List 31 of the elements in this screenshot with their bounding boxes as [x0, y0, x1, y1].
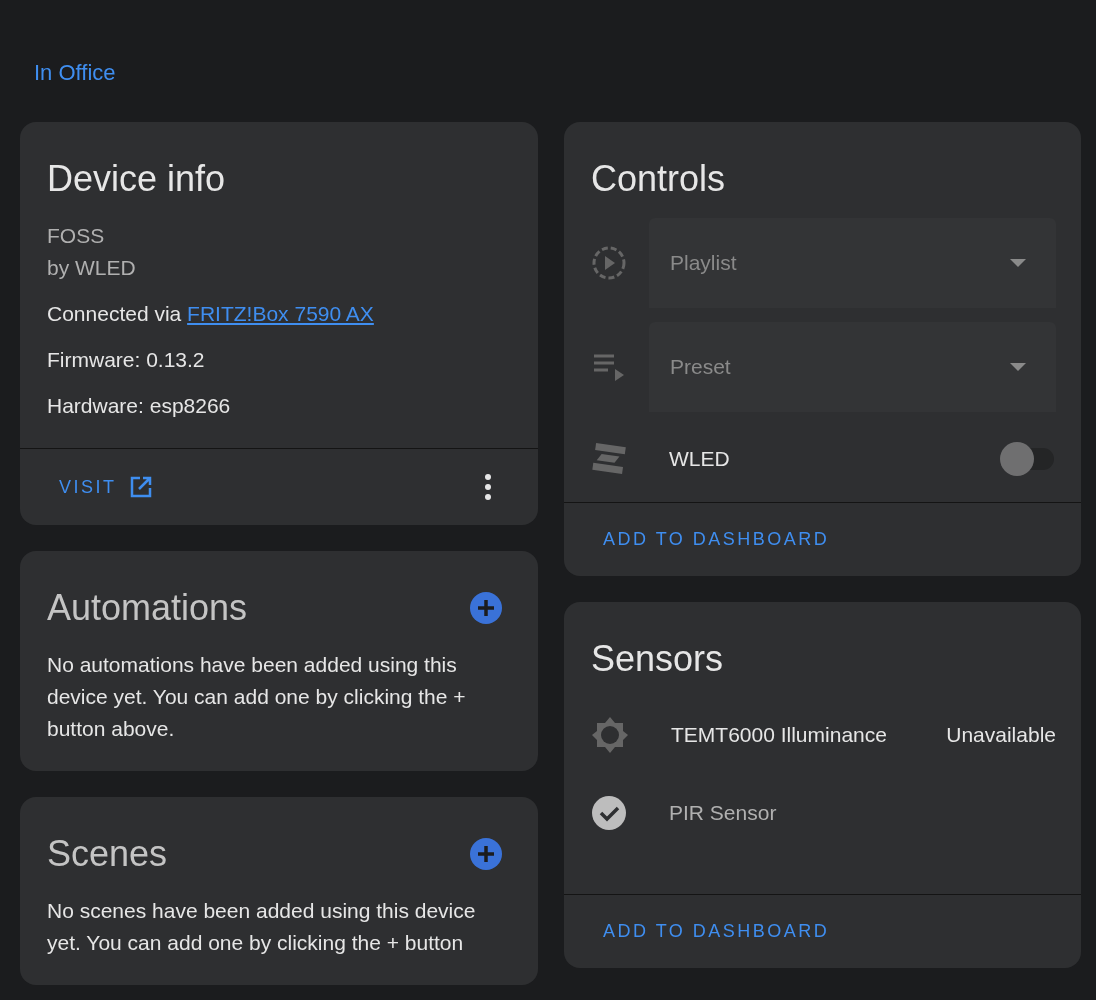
- connection-text: Connected via FRITZ!Box 7590 AX: [47, 301, 375, 327]
- add-to-dashboard-button[interactable]: ADD TO DASHBOARD: [591, 909, 842, 954]
- empty-message: No automations have been added using this device yet. You can add one by clicking the + button above.: [47, 652, 467, 742]
- breadcrumb-link[interactable]: In Office: [34, 60, 116, 86]
- visit-button[interactable]: VISIT: [47, 463, 165, 511]
- dropdown-caret-icon: [1010, 363, 1026, 371]
- add-to-dashboard-button[interactable]: ADD TO DASHBOARD: [591, 517, 842, 562]
- card-title: Scenes: [47, 833, 168, 875]
- card-title: Device info: [47, 158, 226, 200]
- dropdown-caret-icon: [1010, 259, 1026, 267]
- sensor-name: TEMT6000 Illuminance: [670, 723, 888, 747]
- switch-label: WLED: [668, 447, 731, 471]
- device-model: FOSS: [47, 223, 106, 249]
- device-manufacturer: by WLED: [47, 255, 137, 281]
- sensor-value: Unavailable: [946, 723, 1056, 747]
- check-circle-icon: [591, 795, 627, 831]
- card-title: Sensors: [591, 638, 724, 680]
- add-icon[interactable]: [469, 591, 503, 625]
- more-icon: [484, 473, 492, 501]
- card-title: Controls: [591, 158, 726, 200]
- brightness-icon: [591, 716, 629, 754]
- add-icon[interactable]: [469, 837, 503, 871]
- card-title: Automations: [47, 587, 248, 629]
- empty-message: No scenes have been added using this device yet. You can add one by clicking the + button: [47, 898, 477, 956]
- play-circle-icon: [591, 245, 627, 281]
- firmware-text: Firmware: 0.13.2: [47, 347, 206, 373]
- hardware-text: Hardware: esp8266: [47, 393, 232, 419]
- sensor-name: PIR Sensor: [668, 801, 778, 825]
- external-link-icon: [128, 475, 153, 499]
- router-link[interactable]: FRITZ!Box 7590 AX: [187, 302, 374, 325]
- film-icon: [591, 441, 627, 477]
